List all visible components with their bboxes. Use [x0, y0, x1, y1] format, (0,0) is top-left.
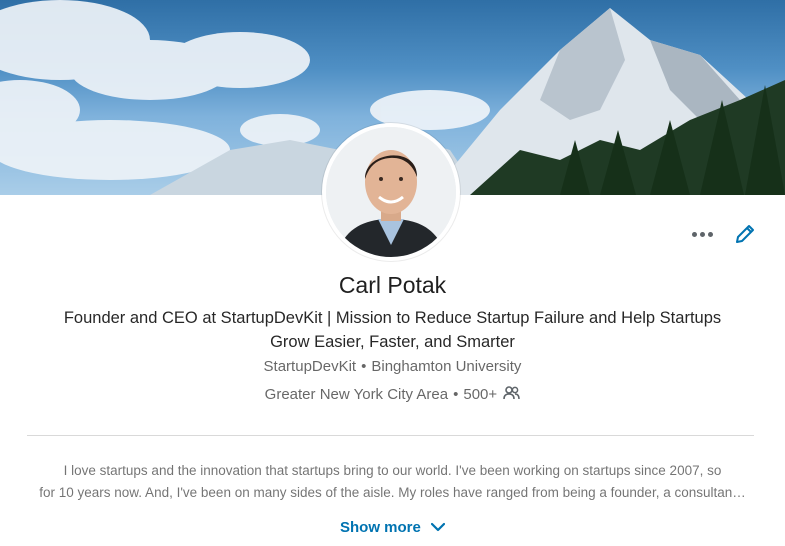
- profile-summary: I love startups and the innovation that …: [30, 460, 755, 504]
- profile-headline: Founder and CEO at StartupDevKit | Missi…: [63, 309, 722, 351]
- chevron-down-icon: [431, 522, 446, 532]
- company-link[interactable]: StartupDevKit: [264, 358, 357, 375]
- section-divider: [27, 435, 754, 436]
- summary-line: I love startups and the innovation that …: [63, 463, 722, 478]
- profile-actions: [690, 222, 757, 246]
- separator-dot: •: [453, 386, 459, 403]
- location-connections-line: Greater New York City Area • 500+: [0, 386, 785, 403]
- profile-card: Carl Potak Founder and CEO at StartupDev…: [0, 0, 785, 546]
- separator-dot: •: [361, 358, 367, 375]
- school-link[interactable]: Binghamton University: [371, 358, 521, 375]
- profile-photo: [326, 127, 456, 257]
- location-text: Greater New York City Area: [264, 386, 449, 403]
- profile-photo-frame[interactable]: [322, 123, 460, 261]
- avatar[interactable]: [326, 127, 456, 257]
- show-more-button[interactable]: Show more: [0, 519, 785, 536]
- connections-count[interactable]: 500+: [463, 386, 497, 403]
- profile-name: Carl Potak: [338, 272, 447, 298]
- show-more-label: Show more: [339, 519, 421, 536]
- pencil-icon[interactable]: [733, 222, 757, 246]
- people-icon[interactable]: [503, 386, 521, 400]
- summary-line: for 10 years now. And, I've been on many…: [39, 485, 746, 500]
- experience-education-line: StartupDevKit • Binghamton University: [0, 358, 785, 375]
- more-horizontal-icon[interactable]: [690, 226, 715, 243]
